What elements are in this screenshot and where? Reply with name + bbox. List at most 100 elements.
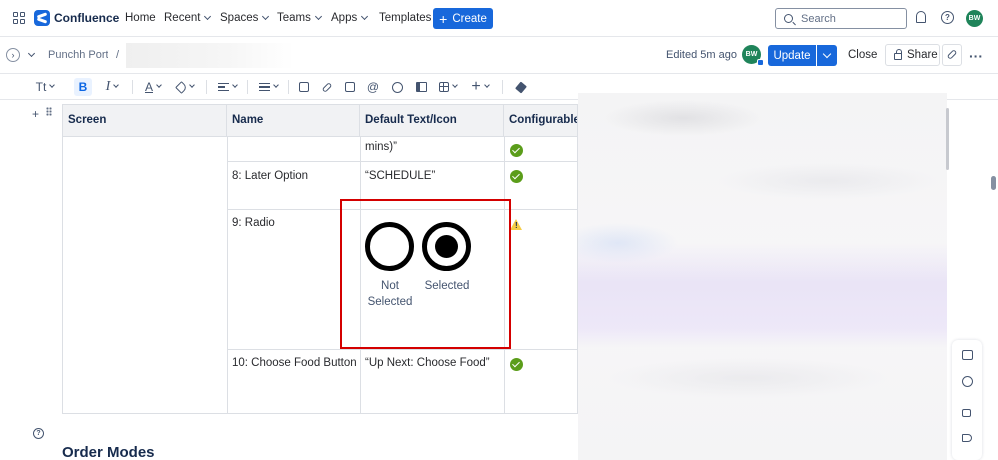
nav-spaces[interactable]: Spaces [220, 12, 270, 24]
update-options-chevron-icon[interactable] [817, 45, 837, 66]
collaborator-avatar[interactable]: BW [742, 45, 764, 66]
copy-link-button[interactable] [942, 44, 962, 66]
success-check-icon [510, 144, 523, 157]
chevron-down-icon [156, 82, 162, 88]
warning-exclamation: ! [515, 221, 518, 230]
table-cell-default-text[interactable]: “Up Next: Choose Food” [365, 357, 490, 369]
success-check-icon [510, 358, 523, 371]
chevron-down-icon [231, 82, 238, 88]
toolbar-divider [206, 80, 207, 94]
success-check-icon [510, 170, 523, 183]
bold-button[interactable]: B [74, 78, 92, 96]
chevron-down-icon [262, 12, 270, 21]
highlight-box [340, 199, 511, 349]
table-cell-default-text[interactable]: mins)” [365, 141, 397, 153]
column-header-default-text[interactable]: Default Text/Icon [360, 105, 504, 137]
bullet-list-icon [258, 81, 270, 93]
nav-templates[interactable]: Templates [379, 12, 431, 24]
list-dropdown[interactable] [256, 78, 280, 96]
nav-recent-label: Recent [164, 12, 201, 24]
text-color-icon: A [144, 80, 153, 94]
layout-button[interactable] [413, 78, 429, 96]
chevron-down-icon[interactable] [27, 49, 36, 58]
chevron-down-icon [49, 82, 56, 88]
italic-icon: I [105, 79, 111, 94]
panel-scrollbar[interactable] [946, 108, 949, 170]
italic-dropdown[interactable]: I [101, 78, 123, 96]
table-cell-name[interactable]: 10: Choose Food Button [232, 357, 357, 369]
app-switcher-icon[interactable] [13, 12, 25, 24]
share-label: Share [907, 49, 938, 61]
video-icon[interactable] [962, 409, 971, 417]
notifications-bell-icon[interactable] [916, 11, 926, 23]
breadcrumb-separator: / [116, 49, 120, 61]
create-label: Create [452, 12, 487, 25]
edited-status: Edited 5m ago [666, 49, 737, 61]
row-divider [227, 161, 577, 162]
right-action-rail [952, 340, 982, 460]
megaphone-icon[interactable] [962, 434, 972, 442]
image-icon [345, 82, 355, 92]
chevron-down-icon [483, 82, 490, 88]
lock-icon [894, 49, 902, 60]
column-header-configurable[interactable]: Configurable? [504, 105, 577, 137]
update-button[interactable]: Update [768, 45, 816, 66]
plus-icon: + [471, 78, 481, 95]
plus-icon: + [439, 10, 448, 27]
nav-recent[interactable]: Recent [164, 12, 212, 24]
search-input[interactable]: Search [775, 8, 907, 29]
pin-toolbar-button[interactable] [513, 78, 529, 96]
table-cell-name[interactable]: 8: Later Option [232, 170, 308, 182]
drag-handle-icon[interactable] [46, 107, 52, 116]
alignment-dropdown[interactable] [215, 78, 239, 96]
section-heading: Order Modes [62, 444, 155, 460]
help-icon[interactable]: ? [941, 11, 954, 24]
more-options-icon[interactable]: ··· [969, 48, 983, 64]
image-button[interactable] [342, 78, 358, 96]
chevron-down-icon [361, 12, 369, 21]
table-icon [439, 82, 449, 92]
nav-templates-label: Templates [379, 12, 432, 24]
bold-icon: B [78, 80, 88, 94]
mention-button[interactable]: @ [365, 78, 381, 96]
product-name[interactable]: Confluence [54, 11, 119, 25]
close-button[interactable]: Close [848, 49, 877, 61]
nav-teams-label: Teams [277, 12, 311, 24]
nav-teams[interactable]: Teams [277, 12, 322, 24]
share-button[interactable]: Share [885, 44, 940, 66]
table-cell-default-text[interactable]: “SCHEDULE” [365, 170, 435, 182]
text-style-dropdown[interactable]: Tt [30, 78, 60, 96]
nav-home[interactable]: Home [125, 12, 156, 24]
task-button[interactable] [296, 78, 312, 96]
table-dropdown[interactable] [436, 78, 460, 96]
page-scrollbar[interactable] [991, 176, 996, 190]
nav-home-label: Home [125, 12, 156, 24]
link-button[interactable] [319, 78, 335, 96]
expand-sidebar-icon[interactable]: › [6, 48, 20, 62]
chevron-down-icon [204, 12, 212, 21]
column-header-name[interactable]: Name [227, 105, 360, 137]
table-cell-name[interactable]: 9: Radio [232, 217, 275, 229]
top-navigation: Confluence Home Recent Spaces Teams Apps… [0, 0, 998, 37]
chevron-down-icon [188, 82, 195, 88]
breadcrumb[interactable]: Punchh Portal [48, 49, 108, 61]
info-icon[interactable] [962, 376, 973, 387]
confluence-logo-icon[interactable] [34, 10, 50, 26]
link-icon [321, 81, 333, 93]
insert-dropdown[interactable]: + [468, 78, 492, 96]
nav-apps[interactable]: Apps [331, 12, 369, 24]
text-color-dropdown[interactable]: A [141, 78, 165, 96]
row-divider [227, 349, 577, 350]
add-row-icon[interactable]: + [32, 107, 39, 121]
highlight-dropdown[interactable] [173, 78, 197, 96]
column-header-screen[interactable]: Screen [63, 105, 227, 137]
help-icon[interactable]: ? [33, 428, 44, 439]
comment-icon[interactable] [962, 350, 973, 360]
toolbar-divider [132, 80, 133, 94]
toolbar-divider [247, 80, 248, 94]
create-button[interactable]: + Create [433, 8, 493, 29]
emoji-button[interactable] [389, 78, 405, 96]
collaborator-initials: BW [745, 51, 758, 58]
user-avatar[interactable]: BW [966, 10, 983, 27]
pin-icon [515, 80, 527, 94]
